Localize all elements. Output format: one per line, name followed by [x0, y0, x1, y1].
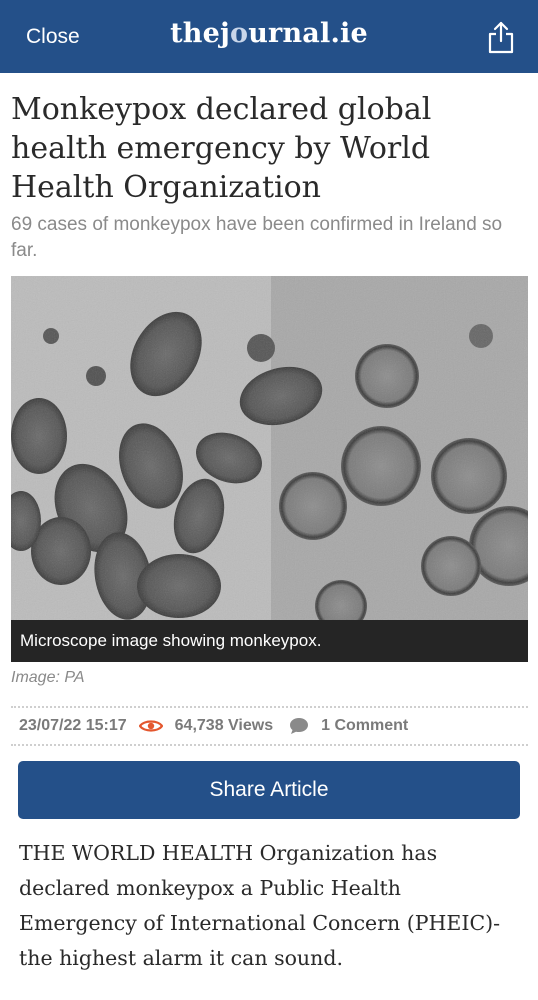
eye-icon: [138, 720, 163, 732]
share-icon[interactable]: [486, 20, 516, 54]
article-body: THE WORLD HEALTH Organization has declar…: [19, 841, 501, 970]
article-headline: Monkeypox declared global health emergen…: [11, 92, 432, 205]
site-logo: thejournal.ie: [170, 18, 368, 49]
article-meta: 23/07/22 15:17 64,738 Views 1 Comment: [11, 706, 528, 746]
top-nav-bar: Close thejournal.ie: [0, 0, 538, 73]
view-count: 64,738 Views: [174, 717, 274, 734]
image-caption: Microscope image showing monkeypox.: [11, 620, 528, 662]
close-button[interactable]: Close: [26, 25, 80, 49]
microscope-image: [11, 276, 528, 662]
image-credit: Image: PA: [11, 669, 85, 686]
article-subtitle: 69 cases of monkeypox have been confirme…: [11, 214, 503, 261]
comment-icon[interactable]: [289, 717, 309, 735]
share-article-button[interactable]: Share Article: [18, 761, 520, 819]
publish-date: 23/07/22 15:17: [19, 717, 127, 734]
article-image[interactable]: Microscope image showing monkeypox.: [11, 276, 528, 662]
comment-count[interactable]: 1 Comment: [321, 717, 408, 735]
